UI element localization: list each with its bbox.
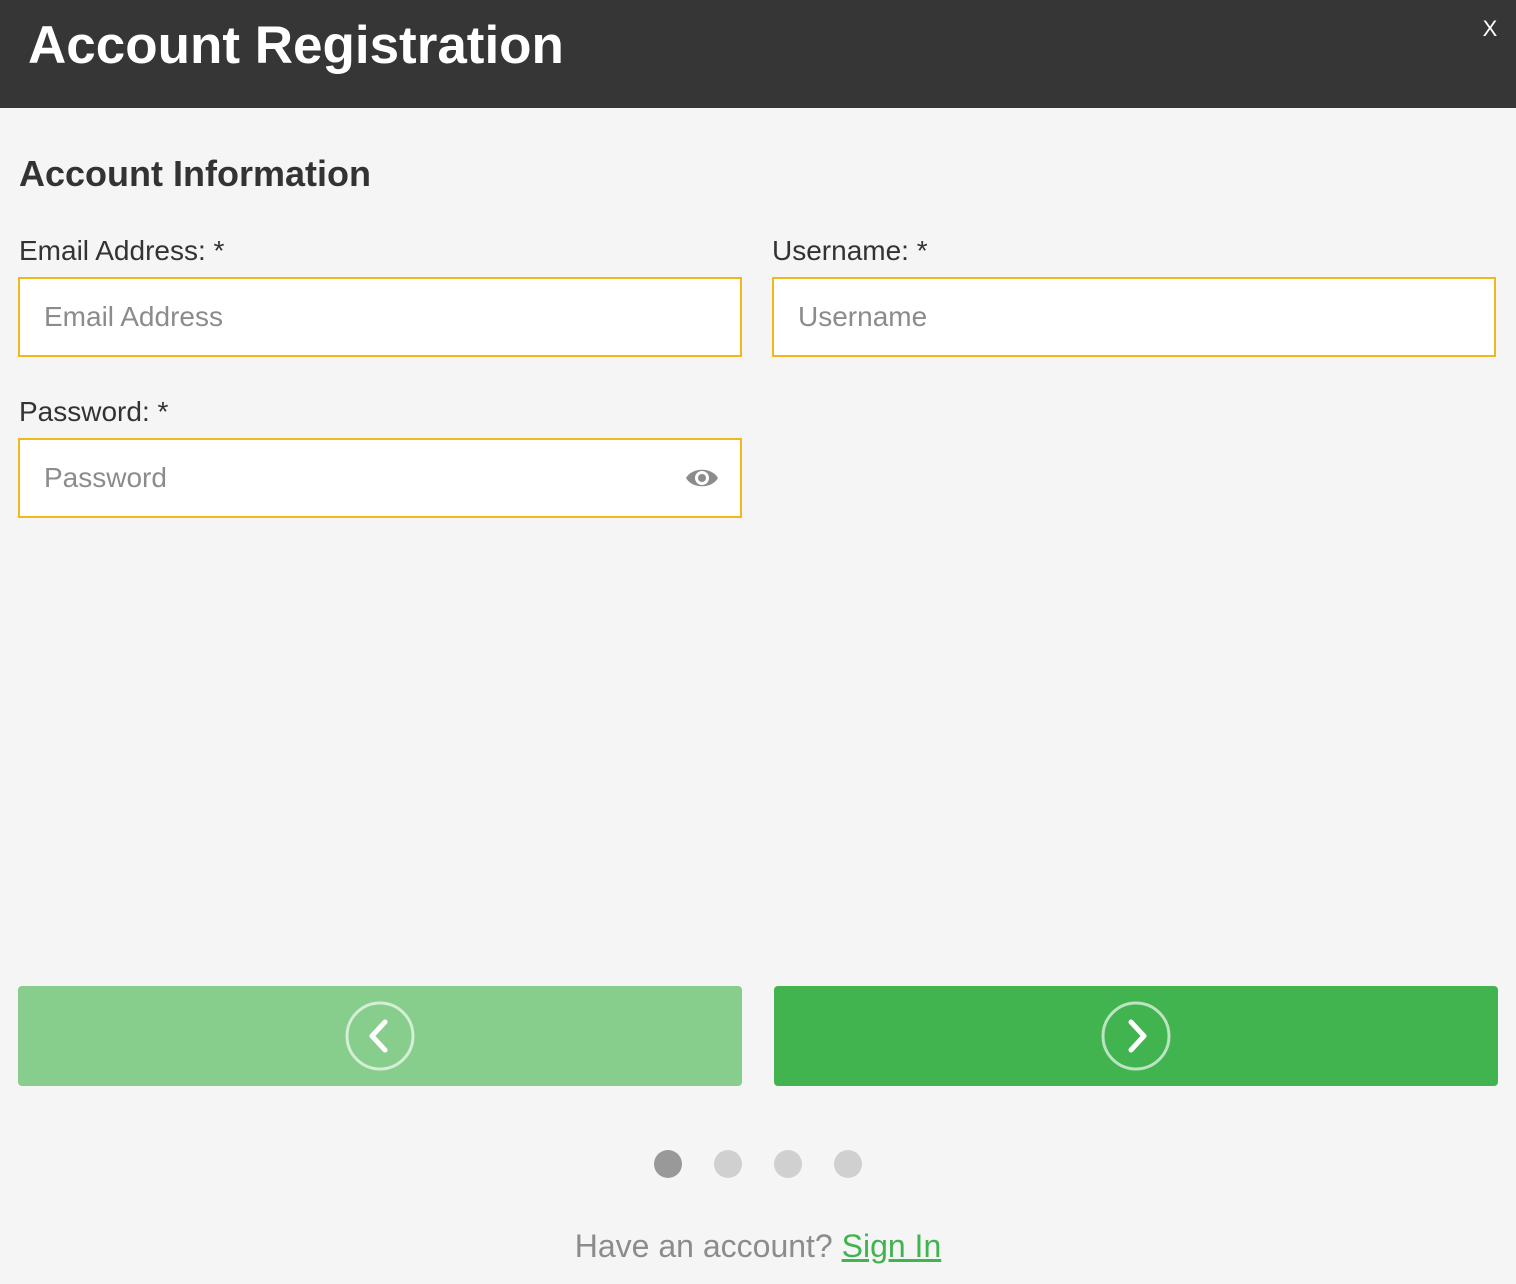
previous-step-button[interactable]	[18, 986, 742, 1086]
chevron-left-icon	[345, 1001, 415, 1071]
step-dot-3[interactable]	[774, 1150, 802, 1178]
step-dot-4[interactable]	[834, 1150, 862, 1178]
signin-prompt-text: Have an account?	[574, 1228, 833, 1264]
username-input[interactable]	[798, 279, 1418, 355]
password-input[interactable]	[44, 440, 644, 516]
next-step-button[interactable]	[774, 986, 1498, 1086]
username-label: Username: *	[772, 235, 928, 266]
email-label: Email Address: *	[19, 235, 225, 266]
password-field-box	[18, 438, 742, 518]
eye-icon[interactable]	[684, 462, 720, 494]
password-label: Password: *	[19, 396, 169, 427]
modal-title: Account Registration	[28, 16, 564, 75]
close-button[interactable]: X	[1476, 14, 1504, 44]
section-title: Account Information	[19, 153, 371, 194]
username-field-box	[772, 277, 1496, 357]
email-field-box	[18, 277, 742, 357]
signin-prompt: Have an account? Sign In	[0, 1226, 1516, 1266]
modal-header: Account Registration X	[0, 0, 1516, 108]
signin-link[interactable]: Sign In	[842, 1228, 942, 1264]
chevron-right-icon	[1101, 1001, 1171, 1071]
step-dot-1[interactable]	[654, 1150, 682, 1178]
step-dot-2[interactable]	[714, 1150, 742, 1178]
email-input[interactable]	[44, 279, 664, 355]
